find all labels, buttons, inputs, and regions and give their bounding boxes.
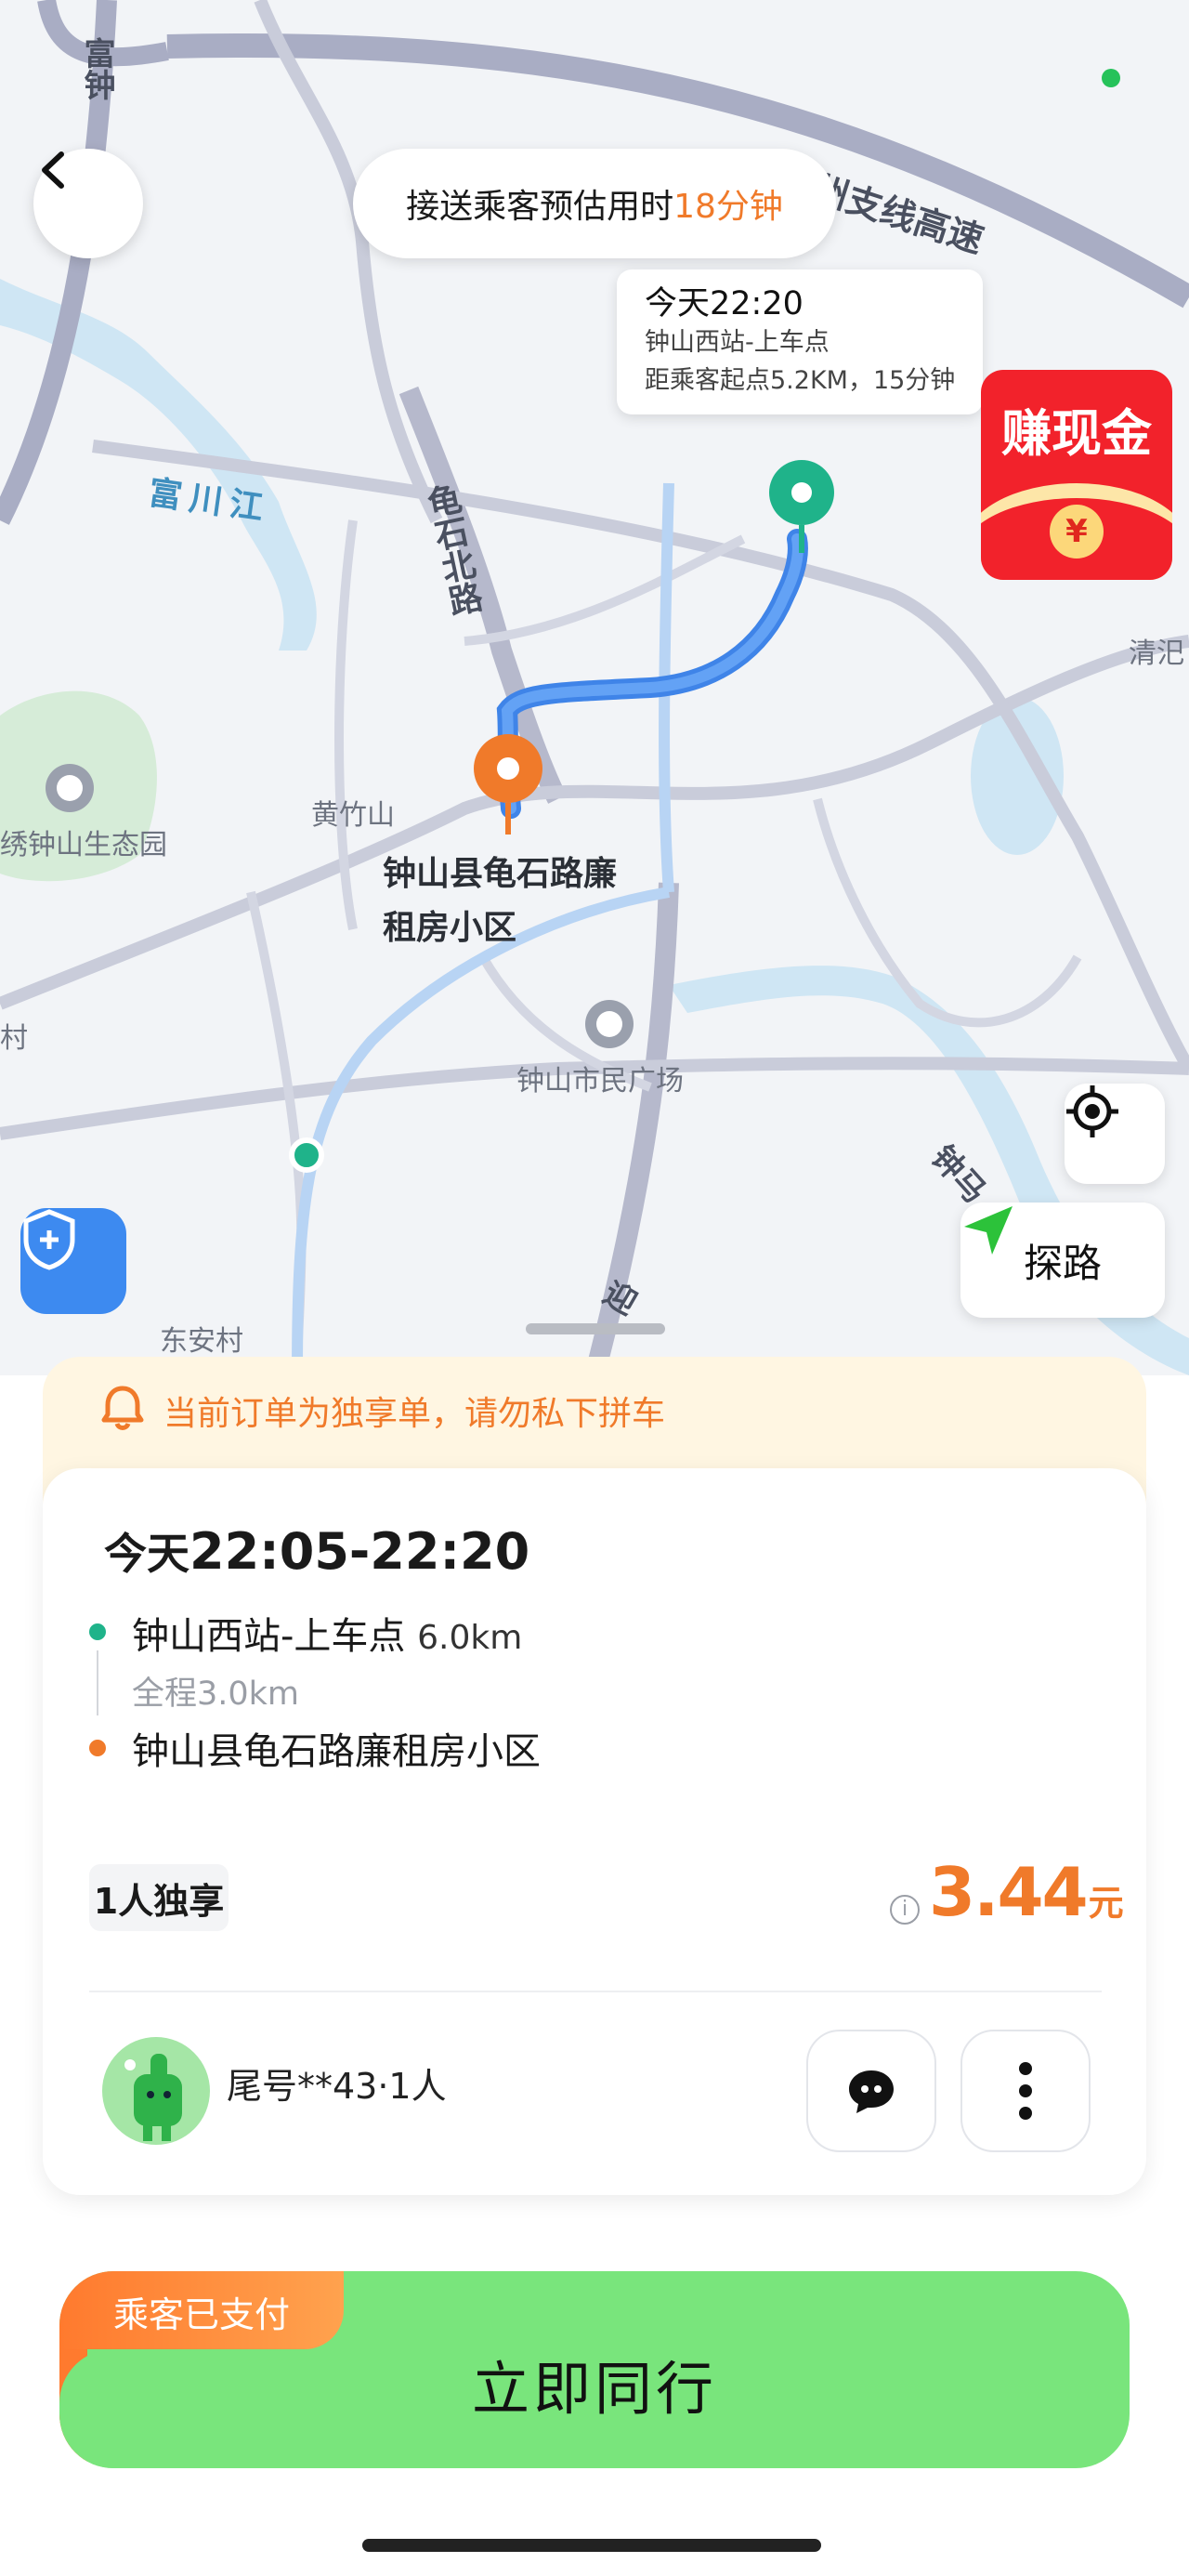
trip-card: 今天22:05-22:20 钟山西站-上车点 6.0km 全程3.0km 钟山县… <box>43 1468 1146 2195</box>
route-connector <box>97 1650 98 1715</box>
bell-icon <box>101 1386 144 1430</box>
seat-type-badge: 1人独享 <box>89 1864 229 1931</box>
thumbs-up-mascot-icon <box>124 2054 182 2141</box>
dropoff-dot-icon <box>89 1740 106 1756</box>
total-distance: 全程3.0km <box>132 1676 300 1713</box>
price-value: 3.44 <box>929 1853 1089 1931</box>
crosshair-icon <box>1066 1085 1118 1137</box>
explore-route-button[interactable]: 探路 <box>960 1203 1165 1318</box>
price-currency: 元 <box>1088 1883 1124 1924</box>
destination-map-label: 钟山县龟石路廉 租房小区 <box>383 848 617 955</box>
pickup-card-time: 今天22:20 <box>645 285 804 322</box>
divider <box>89 1991 1102 1992</box>
pickup-distance: 6.0km <box>417 1619 523 1657</box>
safety-button[interactable] <box>20 1208 126 1314</box>
map-label-cun: 村 <box>0 1022 28 1055</box>
chevron-left-icon <box>42 151 64 189</box>
chat-bubble-icon <box>849 2070 894 2113</box>
map-label-huangzhu-mountain: 黄竹山 <box>311 799 395 832</box>
pickup-dot-icon <box>89 1623 106 1640</box>
shield-icon <box>23 1209 75 1270</box>
dropoff-name: 钟山县龟石路廉租房小区 <box>132 1730 541 1773</box>
destination-pin-icon <box>474 734 542 836</box>
map-label-qingxiang: 清汜 <box>1129 637 1184 670</box>
eta-bubble: 接送乘客预估用时 18分钟 <box>353 149 836 258</box>
pickup-card-distance: 距乘客起点5.2KM，15分钟 <box>645 366 956 395</box>
drag-handle[interactable] <box>526 1323 665 1334</box>
avatar <box>102 2037 210 2145</box>
locate-button[interactable] <box>1065 1084 1165 1184</box>
notice-text: 当前订单为独享单，请勿私下拼车 <box>163 1395 666 1433</box>
passenger-info: 尾号**43·1人 <box>227 2066 447 2107</box>
destination-map-label-line1: 钟山县龟石路廉 <box>383 855 618 893</box>
price-info[interactable]: i 3.44 元 <box>890 1853 1124 1931</box>
pickup-card-place: 钟山西站-上车点 <box>645 328 830 357</box>
map-label-fuzhong: 富钟 <box>78 37 115 100</box>
yuan-coin-icon: ¥ <box>1050 505 1104 559</box>
back-button[interactable] <box>33 149 143 258</box>
pickup-info-card: 今天22:20 钟山西站-上车点 距乘客起点5.2KM，15分钟 <box>617 269 983 414</box>
accept-ride-button[interactable]: 乘客已支付 立即同行 <box>59 2271 1130 2468</box>
chat-button[interactable] <box>806 2030 936 2152</box>
pickup-pin-icon <box>769 460 834 553</box>
home-indicator[interactable] <box>362 2539 821 2552</box>
map-label-civic-square: 钟山市民广场 <box>516 1065 684 1097</box>
payment-status-badge: 乘客已支付 <box>59 2271 344 2349</box>
promo-symbol: ¥ <box>1065 513 1088 550</box>
eta-prefix: 接送乘客预估用时 <box>406 188 674 226</box>
map-view[interactable]: 富钟 贺州支线高速 富川江 龟石北路 清汜 黄竹山 绣钟山生态园 村 钟山市民广… <box>0 0 1189 1375</box>
info-icon[interactable]: i <box>890 1894 920 1925</box>
trip-time-prefix: 今天 <box>104 1529 189 1579</box>
payment-status-label: 乘客已支付 <box>113 2294 291 2335</box>
trip-time-range: 22:05-22:20 <box>189 1522 530 1581</box>
earn-cash-promo-button[interactable]: 赚现金 ¥ <box>981 370 1172 580</box>
more-options-button[interactable] <box>960 2030 1091 2152</box>
more-vertical-icon <box>1019 2062 1032 2120</box>
pickup-name: 钟山西站-上车点 <box>132 1615 406 1658</box>
promo-text: 赚现金 <box>1001 404 1152 463</box>
map-label-dongan-village: 东安村 <box>160 1325 243 1358</box>
eta-value: 18分钟 <box>673 188 783 226</box>
accept-ride-label: 立即同行 <box>471 2355 717 2423</box>
trip-time: 今天22:05-22:20 <box>104 1520 529 1582</box>
seat-type-label: 1人独享 <box>93 1880 225 1922</box>
pickup-row: 钟山西站-上车点 6.0km <box>132 1606 522 1660</box>
destination-map-label-line2: 租房小区 <box>383 909 517 947</box>
map-label-eco-park: 绣钟山生态园 <box>0 829 167 861</box>
explore-label: 探路 <box>1023 1240 1102 1286</box>
navigation-arrow-icon <box>964 1206 1013 1255</box>
